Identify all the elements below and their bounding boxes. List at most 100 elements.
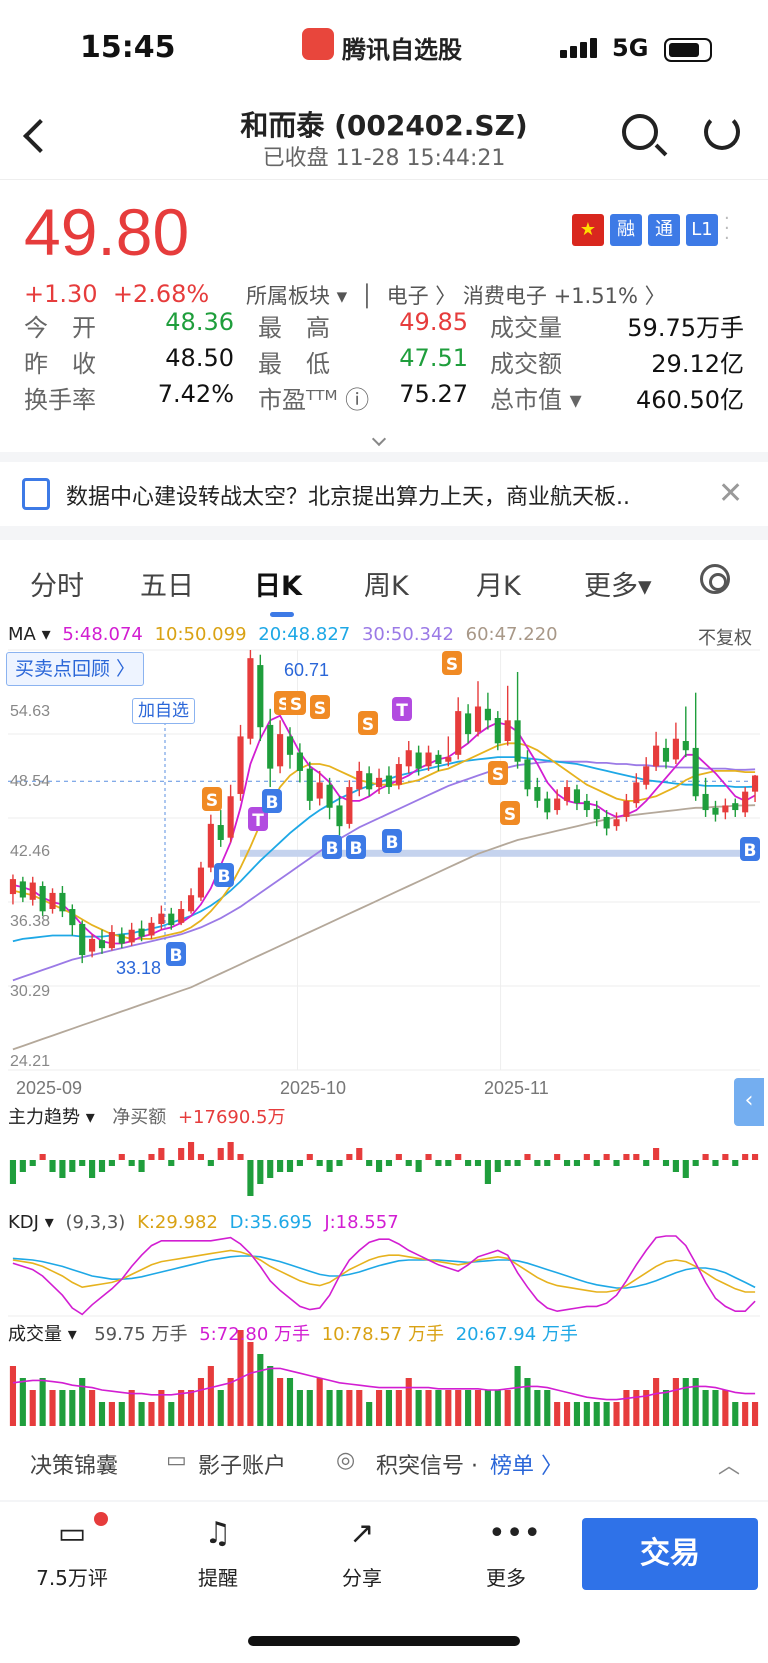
net-buy-value: +17690.5万 (177, 1107, 286, 1128)
candle (445, 757, 452, 762)
candle (306, 768, 313, 801)
flow-bar (316, 1160, 323, 1166)
decision-kit[interactable]: 决策锦囊 (30, 1448, 118, 1480)
candle (366, 773, 373, 790)
volume-bar (573, 1402, 581, 1426)
add-watchlist-marker[interactable]: 加自选 (132, 698, 195, 724)
trade-marker-label: B (386, 833, 399, 853)
collapse-side-tab[interactable]: ‹ (734, 1078, 764, 1126)
flow-bar (187, 1142, 195, 1160)
chevron-up-icon[interactable]: ︿ (718, 1448, 740, 1480)
volume-bar (385, 1390, 393, 1426)
candle (662, 747, 670, 762)
flow-bar (277, 1160, 284, 1172)
volume-bar (178, 1390, 185, 1426)
candle (217, 825, 224, 840)
volume-bar (742, 1402, 749, 1426)
volume-bar (118, 1402, 125, 1426)
candle (158, 913, 165, 924)
ma30-line (12, 760, 756, 982)
kdj-selector[interactable]: KDJ ▾ (8, 1212, 54, 1233)
candle (138, 928, 145, 937)
kdj_d-line (12, 1255, 756, 1289)
ranking-link[interactable]: 榜单 〉 (490, 1448, 563, 1480)
volume-bar (89, 1390, 96, 1426)
replay-trades-button[interactable]: 买卖点回顾 〉 (6, 652, 145, 686)
candle (79, 923, 86, 956)
flow-bar (504, 1160, 511, 1166)
flow-bar (356, 1148, 363, 1160)
kline-chart[interactable]: 54.63 48.54 42.46 36.38 30.29 24.21 2025-09 202… (0, 0, 768, 1663)
shadow-account-icon: ▭ (166, 1448, 187, 1473)
volume-bar (98, 1402, 106, 1426)
candle (742, 791, 749, 813)
candle (128, 929, 135, 943)
candle (682, 741, 689, 751)
flow-bar (148, 1154, 155, 1160)
flow-bar (197, 1154, 205, 1160)
candle (583, 800, 590, 811)
volume-bar (484, 1390, 491, 1426)
trade-marker-label: S (492, 765, 504, 785)
trade-marker-label: S (446, 655, 458, 675)
flow-bar (237, 1154, 244, 1160)
ellipsis-icon: ••• (488, 1516, 542, 1551)
candle (494, 718, 501, 744)
trade-marker-label: B (326, 839, 339, 859)
signal-accumulate[interactable]: 积突信号 · (376, 1448, 478, 1480)
volume-bar (751, 1402, 759, 1426)
volume-bar (583, 1402, 590, 1426)
main-flow-selector[interactable]: 主力趋势 ▾ (8, 1107, 95, 1128)
candle (148, 922, 155, 936)
flow-bar (227, 1142, 234, 1160)
flow-bar (267, 1160, 274, 1178)
volume-bar (494, 1390, 501, 1426)
shadow-account[interactable]: 影子账户 (198, 1448, 286, 1480)
volume-selector[interactable]: 成交量 ▾ (8, 1324, 77, 1345)
comments-button[interactable]: ▭ 7.5万评 (22, 1516, 122, 1591)
candle (296, 752, 303, 771)
volume-bar (662, 1390, 670, 1426)
volume-bar (415, 1390, 422, 1426)
volume-bar (692, 1378, 699, 1426)
ma-selector[interactable]: MA ▾ (8, 624, 51, 645)
more-button[interactable]: ••• 更多 (456, 1516, 556, 1591)
share-button[interactable]: ↗ 分享 (312, 1516, 412, 1591)
alert-label: 提醒 (198, 1566, 238, 1590)
flow-bar (375, 1160, 383, 1172)
x-tick-label: 2025-10 (280, 1078, 346, 1098)
x-tick-label: 2025-09 (16, 1078, 82, 1098)
volume-bar (633, 1390, 640, 1426)
kdj-j: J:18.557 (324, 1212, 399, 1233)
volume-bar (39, 1378, 46, 1426)
candle (346, 787, 353, 824)
candle (751, 775, 759, 792)
trade-button[interactable]: 交易 (582, 1518, 758, 1590)
trade-marker-label: S (362, 715, 374, 735)
trade-marker-label: S (504, 805, 516, 825)
flow-bar (385, 1160, 393, 1166)
alert-button[interactable]: ♫ 提醒 (168, 1516, 268, 1591)
more-label: 更多 (486, 1566, 526, 1590)
volume-bar (277, 1378, 284, 1426)
volume-bar (544, 1390, 551, 1426)
candle (375, 777, 383, 788)
flow-bar (662, 1160, 670, 1166)
vol-ma5: 5:72.80 万手 (199, 1324, 310, 1345)
volume-bar (69, 1390, 76, 1426)
y-tick-label: 42.46 (10, 843, 50, 860)
volume-bar (455, 1390, 462, 1426)
flow-bar (544, 1160, 551, 1166)
volume-bar (682, 1378, 689, 1426)
candle (9, 879, 17, 895)
candle (187, 895, 195, 912)
adjust-toggle[interactable]: 不复权 (698, 624, 752, 650)
volume-bar (19, 1378, 26, 1426)
volume-bar (465, 1390, 472, 1426)
y-tick-label: 48.54 (10, 773, 50, 790)
candle (544, 798, 551, 813)
volume-bar (603, 1402, 610, 1426)
volume-bar (504, 1390, 511, 1426)
vol-ma10: 10:78.57 万手 (321, 1324, 444, 1345)
ma5-legend: 5:48.074 (62, 624, 143, 645)
